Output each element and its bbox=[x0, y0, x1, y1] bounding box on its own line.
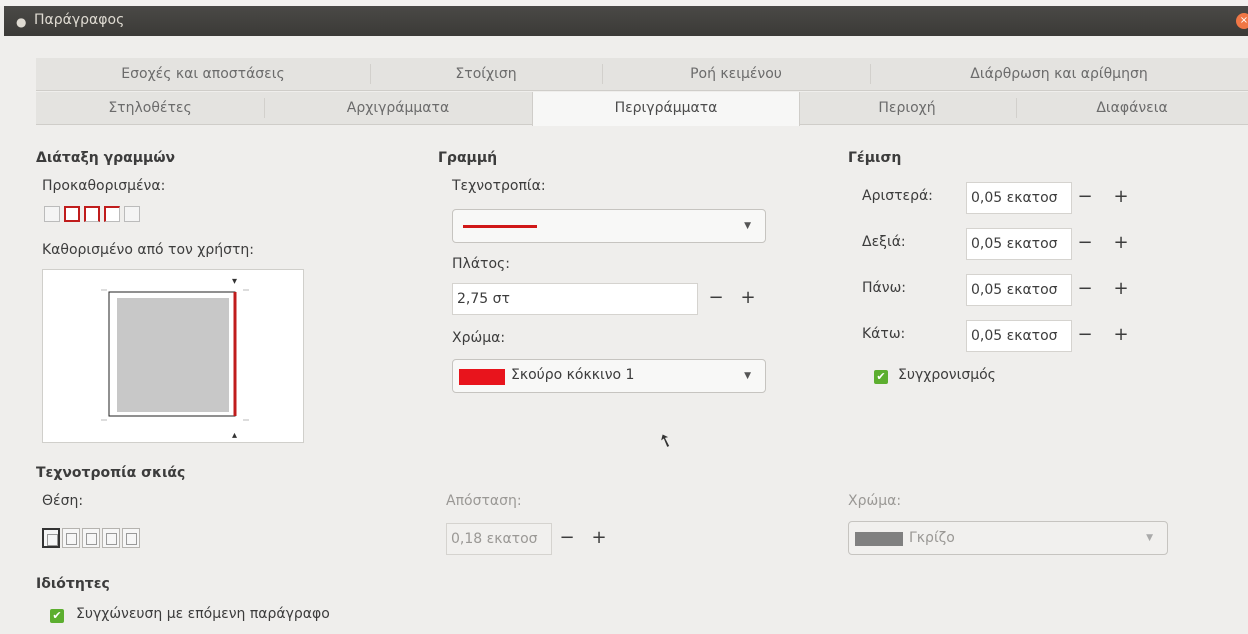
padding-right-input[interactable]: 0,05 εκατοσ bbox=[966, 228, 1072, 260]
shadow-distance-label: Απόσταση: bbox=[446, 493, 522, 509]
preset-none[interactable] bbox=[44, 206, 60, 222]
line-heading: Γραμμή bbox=[438, 150, 498, 166]
preset-left-right-top[interactable] bbox=[84, 206, 100, 222]
shadow-position-list bbox=[42, 528, 140, 548]
shadow-none[interactable] bbox=[42, 528, 60, 548]
padding-bottom-decrease-button[interactable]: − bbox=[1074, 324, 1096, 345]
line-style-sample bbox=[463, 225, 537, 228]
padding-top-label: Πάνω: bbox=[862, 280, 907, 296]
line-color-dropdown[interactable]: Σκούρο κόκκινο 1 ▼ bbox=[452, 359, 766, 393]
shadow-bottom-right[interactable] bbox=[62, 528, 80, 548]
svg-text:▴: ▴ bbox=[232, 430, 237, 441]
shadow-distance-increase-button[interactable]: + bbox=[588, 527, 610, 548]
preset-all-borders[interactable] bbox=[64, 206, 80, 222]
shadow-distance-input[interactable]: 0,18 εκατοσ bbox=[446, 523, 552, 555]
tab-tabs[interactable]: Στηλοθέτες bbox=[36, 92, 264, 124]
shadow-color-label: Χρώμα: bbox=[848, 493, 902, 509]
close-button[interactable]: × bbox=[1236, 13, 1248, 29]
line-arrangement-heading: Διάταξη γραμμών bbox=[36, 150, 176, 166]
padding-bottom-increase-button[interactable]: + bbox=[1110, 324, 1132, 345]
shadow-color-dropdown[interactable]: Γκρίζο ▼ bbox=[848, 521, 1168, 555]
padding-right-label: Δεξιά: bbox=[862, 234, 906, 250]
merge-checkbox[interactable]: ✔ bbox=[50, 609, 64, 623]
preset-left-top[interactable] bbox=[104, 206, 120, 222]
tab-area[interactable]: Περιοχή bbox=[798, 92, 1016, 124]
preset-list bbox=[44, 206, 140, 222]
presets-label: Προκαθορισμένα: bbox=[42, 178, 166, 194]
tab-alignment[interactable]: Στοίχιση bbox=[370, 58, 602, 90]
line-color-label: Χρώμα: bbox=[452, 330, 506, 346]
line-width-decrease-button[interactable]: − bbox=[704, 287, 728, 308]
shadow-distance-decrease-button[interactable]: − bbox=[556, 527, 578, 548]
padding-top-decrease-button[interactable]: − bbox=[1074, 278, 1096, 299]
preset-outer[interactable] bbox=[124, 206, 140, 222]
shadow-top-right[interactable] bbox=[82, 528, 100, 548]
chevron-down-icon: ▼ bbox=[744, 371, 751, 381]
merge-label: Συγχώνευση με επόμενη παράγραφο bbox=[76, 606, 330, 622]
properties-heading: Ιδιότητες bbox=[36, 576, 110, 592]
mouse-cursor-icon: ➚ bbox=[653, 429, 678, 452]
tab-row-1: Εσοχές και αποστάσεις Στοίχιση Ροή κειμέ… bbox=[36, 58, 1248, 91]
padding-bottom-label: Κάτω: bbox=[862, 326, 906, 342]
chevron-down-icon: ▼ bbox=[744, 221, 751, 231]
line-color-value: Σκούρο κόκκινο 1 bbox=[511, 367, 635, 383]
user-defined-border-preview[interactable]: ▾ ▴ bbox=[42, 269, 304, 443]
line-color-swatch bbox=[459, 369, 505, 385]
padding-left-label: Αριστερά: bbox=[862, 188, 933, 204]
padding-left-input[interactable]: 0,05 εκατοσ bbox=[966, 182, 1072, 214]
shadow-color-value: Γκρίζο bbox=[909, 530, 955, 546]
sync-checkbox[interactable]: ✔ bbox=[874, 370, 888, 384]
line-width-label: Πλάτος: bbox=[452, 256, 510, 272]
tab-borders[interactable]: Περιγράμματα bbox=[532, 92, 800, 126]
window-menu-icon[interactable]: ● bbox=[16, 15, 26, 29]
padding-right-decrease-button[interactable]: − bbox=[1074, 232, 1096, 253]
line-style-label: Τεχνοτροπία: bbox=[452, 178, 546, 194]
border-preview-drawing: ▾ ▴ bbox=[101, 276, 249, 441]
tab-outline-numbering[interactable]: Διάρθρωση και αρίθμηση bbox=[870, 58, 1248, 90]
tab-row-2: Στηλοθέτες Αρχιγράμματα Περιγράμματα Περ… bbox=[36, 92, 1248, 126]
tab-indents-spacing[interactable]: Εσοχές και αποστάσεις bbox=[36, 58, 370, 90]
padding-top-input[interactable]: 0,05 εκατοσ bbox=[966, 274, 1072, 306]
user-defined-label: Καθορισμένο από τον χρήστη: bbox=[42, 242, 255, 258]
tab-text-flow[interactable]: Ροή κειμένου bbox=[602, 58, 870, 90]
line-width-input[interactable]: 2,75 στ bbox=[452, 283, 698, 315]
line-style-dropdown[interactable]: ▼ bbox=[452, 209, 766, 243]
svg-text:▾: ▾ bbox=[232, 276, 237, 287]
line-width-increase-button[interactable]: + bbox=[736, 287, 760, 308]
padding-left-decrease-button[interactable]: − bbox=[1074, 186, 1096, 207]
shadow-bottom-left[interactable] bbox=[102, 528, 120, 548]
shadow-color-swatch bbox=[855, 532, 903, 546]
sync-label: Συγχρονισμός bbox=[898, 367, 996, 383]
shadow-top-left[interactable] bbox=[122, 528, 140, 548]
padding-bottom-input[interactable]: 0,05 εκατοσ bbox=[966, 320, 1072, 352]
tab-drop-caps[interactable]: Αρχιγράμματα bbox=[264, 92, 532, 124]
shadow-heading: Τεχνοτροπία σκιάς bbox=[36, 465, 186, 481]
tab-transparency[interactable]: Διαφάνεια bbox=[1016, 92, 1248, 124]
padding-left-increase-button[interactable]: + bbox=[1110, 186, 1132, 207]
shadow-position-label: Θέση: bbox=[42, 493, 84, 509]
padding-heading: Γέμιση bbox=[848, 150, 902, 166]
chevron-down-icon: ▼ bbox=[1146, 533, 1153, 543]
padding-top-increase-button[interactable]: + bbox=[1110, 278, 1132, 299]
padding-right-increase-button[interactable]: + bbox=[1110, 232, 1132, 253]
title-bar: ● Παράγραφος × bbox=[4, 6, 1248, 36]
window-title: Παράγραφος bbox=[34, 12, 125, 28]
